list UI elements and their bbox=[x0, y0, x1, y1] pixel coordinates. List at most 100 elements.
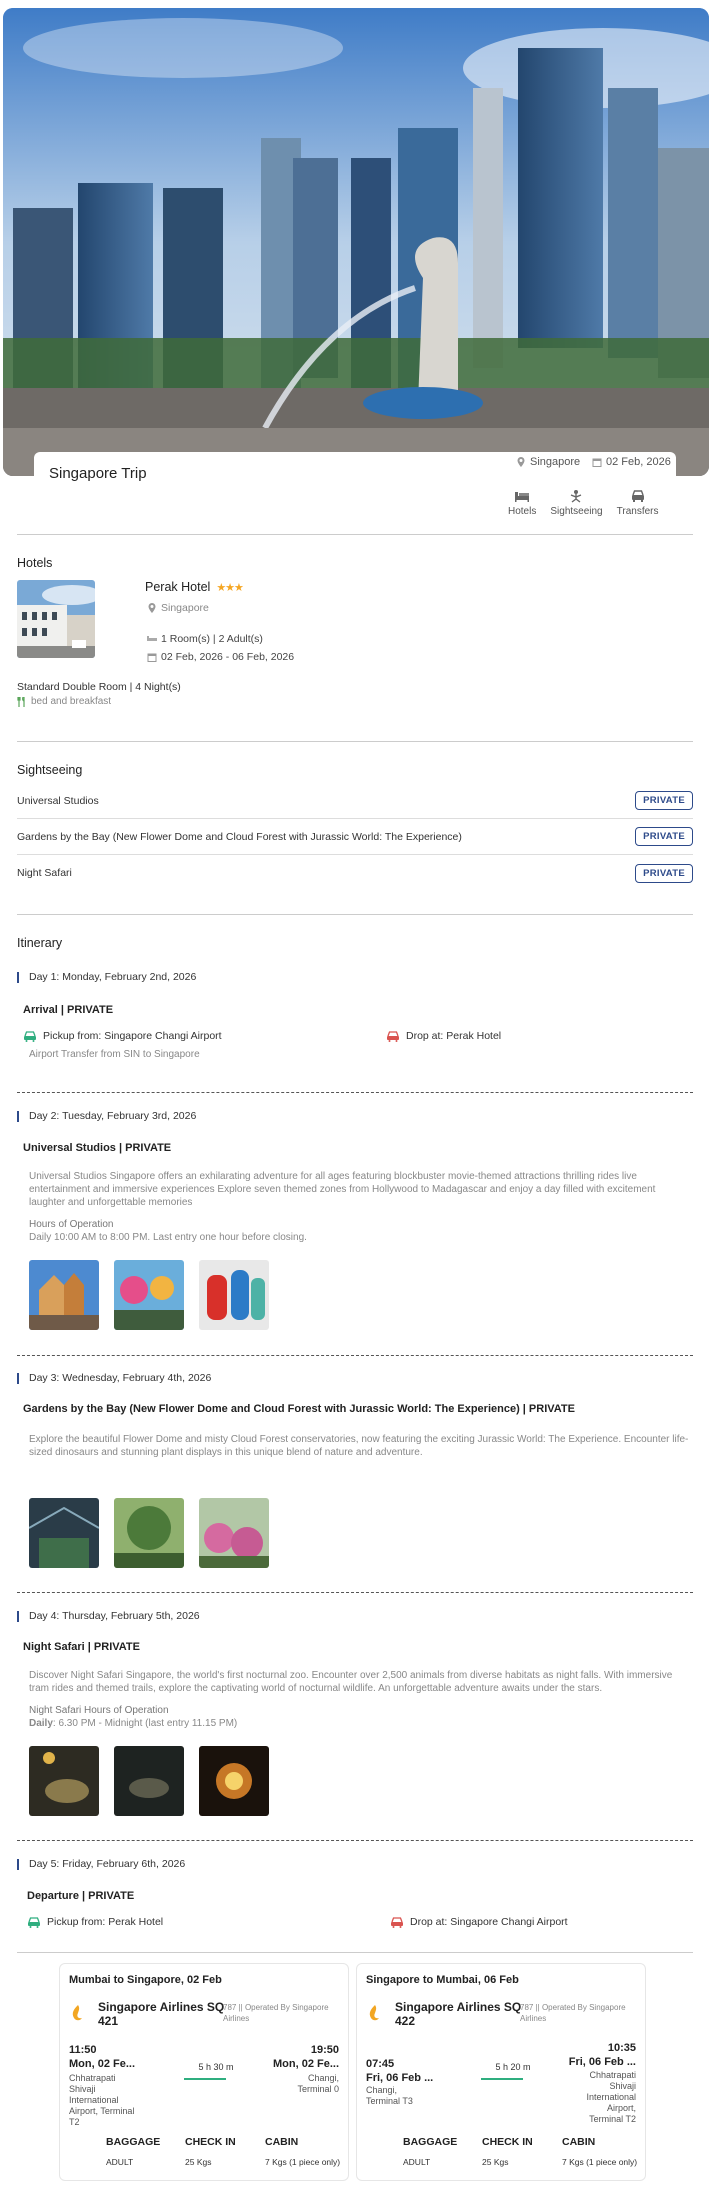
car-icon bbox=[391, 1916, 403, 1928]
tab-hotels[interactable]: Hotels bbox=[508, 489, 536, 517]
pickup: Pickup from: Perak Hotel bbox=[27, 1916, 163, 1928]
sightseeing-item-name: Night Safari bbox=[17, 867, 72, 879]
private-badge: PRIVATE bbox=[635, 791, 693, 810]
hero-image bbox=[3, 8, 709, 476]
duration-line bbox=[184, 2078, 226, 2080]
hotel-meal-text: bed and breakfast bbox=[31, 696, 112, 707]
hotel-city-text: Singapore bbox=[161, 602, 209, 614]
activity-title: Departure | PRIVATE bbox=[27, 1890, 135, 1902]
flight-airline: Singapore Airlines SQ 422 bbox=[395, 2000, 522, 2028]
trip-tabs: Hotels Sightseeing Transfers bbox=[508, 489, 659, 517]
airline-logo-icon bbox=[72, 2005, 82, 2021]
hotel-dates: 02 Feb, 2026 - 06 Feb, 2026 bbox=[147, 651, 294, 663]
trip-location-text: Singapore bbox=[530, 456, 581, 468]
day-separator bbox=[17, 1840, 693, 1841]
trip-title: Singapore Trip bbox=[49, 465, 147, 482]
flight-duration: 5 h 20 m bbox=[495, 2062, 531, 2072]
sightseeing-item: Gardens by the Bay (New Flower Dome and … bbox=[17, 819, 693, 855]
baggage-header: BAGGAGE bbox=[106, 2136, 161, 2148]
activity-title: Universal Studios | PRIVATE bbox=[23, 1142, 172, 1154]
flight-operated: 787 || Operated By Singapore Airlines bbox=[223, 2003, 329, 2023]
day-label: Day 3: Wednesday, February 4th, 2026 bbox=[17, 1373, 211, 1384]
itinerary-heading: Itinerary bbox=[17, 936, 63, 950]
checkin-header: CHECK IN bbox=[482, 2136, 533, 2148]
departure-airport: Chhatrapati Shivaji International Airpor… bbox=[69, 2073, 135, 2127]
baggage-header: BAGGAGE bbox=[403, 2136, 458, 2148]
sightseeing-heading: Sightseeing bbox=[17, 763, 83, 777]
hotel-room-type: Standard Double Room | 4 Night(s) bbox=[17, 681, 181, 693]
location-pin-icon bbox=[517, 457, 525, 467]
sightseeing-item: Universal Studios PRIVATE bbox=[17, 783, 693, 819]
day-label: Day 4: Thursday, February 5th, 2026 bbox=[17, 1611, 200, 1622]
trip-date-text: 02 Feb, 2026 bbox=[606, 456, 671, 468]
arrival-time: 19:50 bbox=[310, 2044, 339, 2056]
hours-bold: Daily bbox=[29, 1718, 53, 1729]
activity-title: Gardens by the Bay (New Flower Dome and … bbox=[23, 1403, 575, 1415]
activity-description: Universal Studios Singapore offers an ex… bbox=[29, 1171, 656, 1208]
cabin-header: CABIN bbox=[265, 2136, 299, 2148]
hotel-meal: bed and breakfast bbox=[17, 696, 111, 707]
drop-text: Drop at: Singapore Changi Airport bbox=[410, 1916, 568, 1928]
divider bbox=[17, 914, 693, 915]
activity-description: Discover Night Safari Singapore, the wor… bbox=[29, 1670, 673, 1694]
sightseeing-item-name: Gardens by the Bay (New Flower Dome and … bbox=[17, 830, 462, 843]
trip-date: 02 Feb, 2026 bbox=[592, 456, 671, 468]
airline-logo-icon bbox=[369, 2005, 379, 2021]
sightseeing-item-name: Universal Studios bbox=[17, 794, 99, 807]
hours-text: Daily 10:00 AM to 8:00 PM. Last entry on… bbox=[29, 1232, 307, 1243]
activity-photo bbox=[29, 1498, 99, 1568]
arrival-time: 10:35 bbox=[607, 2042, 636, 2054]
flight-duration: 5 h 30 m bbox=[198, 2062, 234, 2072]
checkin-header: CHECK IN bbox=[185, 2136, 236, 2148]
location-pin-icon bbox=[148, 603, 156, 613]
hotel-city: Singapore bbox=[147, 602, 209, 614]
drop-text: Drop at: Perak Hotel bbox=[406, 1030, 502, 1042]
departure-date: Fri, 06 Feb ... bbox=[366, 2072, 434, 2084]
pickup-text: Pickup from: Perak Hotel bbox=[47, 1916, 164, 1928]
arrival-date: Fri, 06 Feb ... bbox=[568, 2056, 636, 2068]
cabin-value: 7 Kgs (1 piece only) bbox=[265, 2157, 341, 2167]
drop: Drop at: Perak Hotel bbox=[386, 1030, 501, 1042]
divider bbox=[17, 534, 693, 535]
meal-icon bbox=[17, 696, 25, 707]
baggage-value: ADULT bbox=[106, 2157, 134, 2167]
activity-photo bbox=[114, 1746, 184, 1816]
hotel-name-row: Perak Hotel ★★★ bbox=[145, 580, 244, 594]
baggage-value: ADULT bbox=[403, 2157, 431, 2167]
hotel-rooms: 1 Room(s) | 2 Adult(s) bbox=[147, 633, 263, 645]
hours-row: Daily: 6.30 PM - Midnight (last entry 11… bbox=[29, 1717, 689, 1730]
car-icon bbox=[24, 1030, 36, 1042]
day-label: Day 2: Tuesday, February 3rd, 2026 bbox=[17, 1111, 196, 1122]
hotel-dates-text: 02 Feb, 2026 - 06 Feb, 2026 bbox=[161, 651, 295, 663]
activity-title: Night Safari | PRIVATE bbox=[23, 1641, 140, 1653]
activity-photo bbox=[29, 1746, 99, 1816]
flight-card: Mumbai to Singapore, 02 Feb Singapore Ai… bbox=[59, 1963, 349, 2181]
hotel-name: Perak Hotel bbox=[145, 580, 211, 594]
cabin-value: 7 Kgs (1 piece only) bbox=[562, 2157, 638, 2167]
activity-photo bbox=[199, 1746, 269, 1816]
arrival-airport: Changi, Terminal 0 bbox=[297, 2073, 339, 2094]
calendar-icon bbox=[147, 653, 157, 662]
private-badge: PRIVATE bbox=[635, 827, 693, 846]
private-badge: PRIVATE bbox=[635, 863, 693, 883]
divider bbox=[17, 741, 693, 742]
drop: Drop at: Singapore Changi Airport bbox=[390, 1916, 568, 1928]
cabin-header: CABIN bbox=[562, 2136, 596, 2148]
car-icon bbox=[28, 1916, 40, 1928]
tab-hotels-label: Hotels bbox=[508, 506, 537, 517]
tab-transfers[interactable]: Transfers bbox=[617, 489, 659, 517]
tab-sightseeing[interactable]: Sightseeing bbox=[550, 489, 603, 517]
day-separator bbox=[17, 1092, 693, 1093]
day-separator bbox=[17, 1592, 693, 1593]
duration-line bbox=[481, 2078, 523, 2080]
hours-text: : 6.30 PM - Midnight (last entry 11.15 P… bbox=[52, 1718, 238, 1729]
activity-title: Arrival | PRIVATE bbox=[23, 1004, 114, 1016]
activity-photo bbox=[199, 1498, 269, 1568]
sightseeing-item: Night Safari PRIVATE bbox=[17, 855, 693, 891]
hours-label: Night Safari Hours of Operation bbox=[29, 1705, 169, 1716]
car-icon bbox=[631, 490, 644, 502]
departure-time: 07:45 bbox=[366, 2058, 395, 2070]
flight-route: Mumbai to Singapore, 02 Feb bbox=[69, 1974, 222, 1986]
car-icon bbox=[387, 1030, 399, 1042]
tab-sightseeing-label: Sightseeing bbox=[550, 506, 603, 517]
